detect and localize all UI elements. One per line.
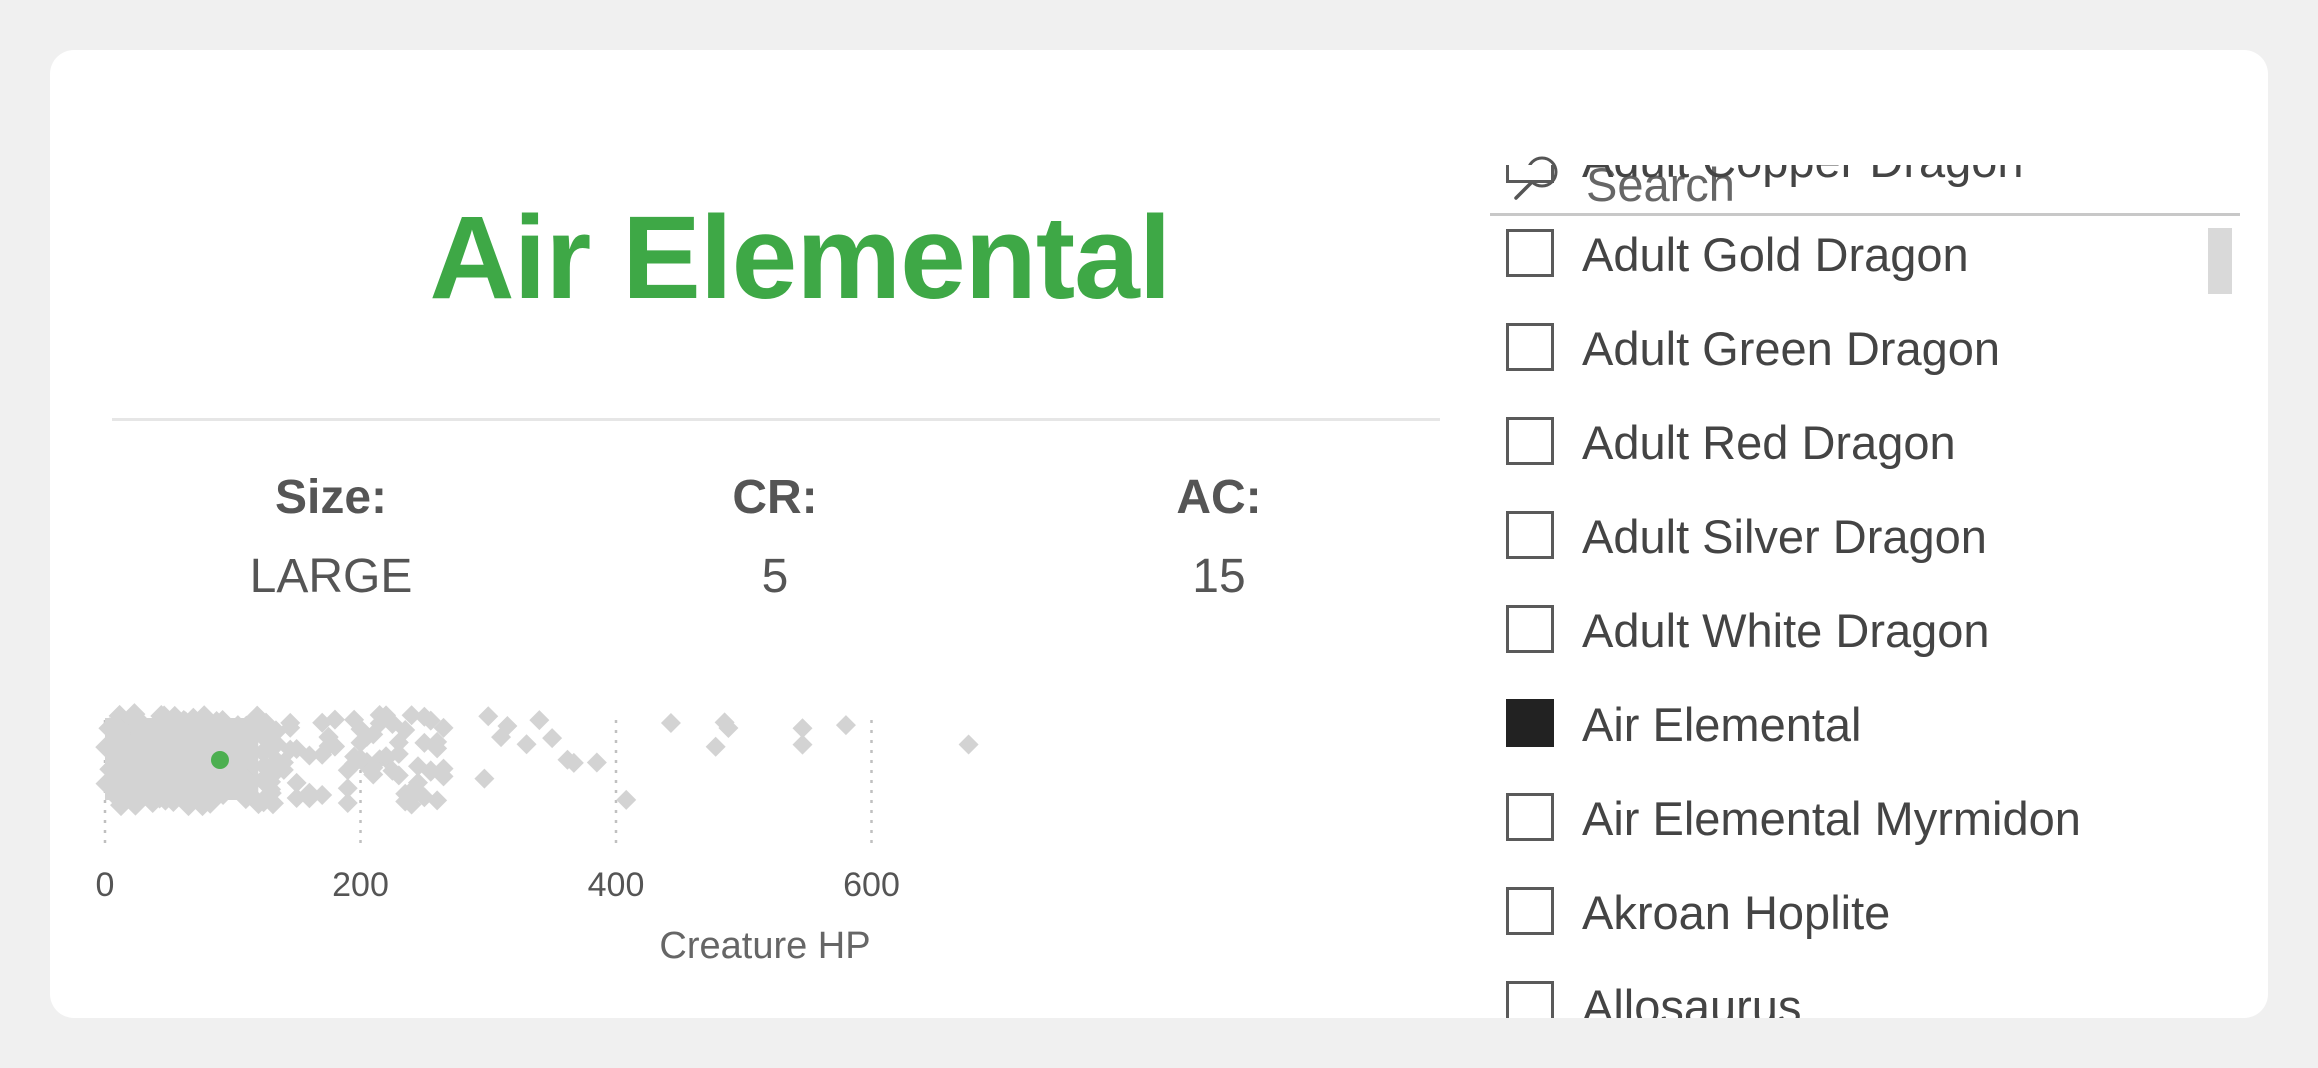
creature-card: Air Elemental Size: LARGE CR: 5 AC: 15 0… [50, 50, 2268, 1018]
data-point [705, 736, 726, 757]
data-point [958, 734, 979, 755]
x-axis-label: Creature HP [659, 925, 870, 967]
x-tick-label: 600 [843, 866, 900, 904]
x-tick-label: 200 [332, 866, 389, 904]
slicer-scrollbar[interactable] [2208, 228, 2232, 294]
data-point [542, 728, 563, 749]
x-tick-label: 0 [96, 866, 115, 904]
slicer-list: Adult Copper Dragon Adult Gold Dragon Adul… [1490, 165, 2220, 1018]
data-point [792, 734, 813, 755]
slicer-item-label: Akroan Hoplite [1582, 886, 1891, 939]
slicer-item[interactable]: Adult Copper Dragon [1490, 165, 2190, 195]
slicer-item[interactable]: Adult Gold Dragon [1490, 219, 2190, 289]
selected-creature-point[interactable] [210, 751, 229, 769]
slicer-checkbox[interactable] [1506, 511, 1554, 559]
slicer-item[interactable]: Adult Silver Dragon [1490, 501, 2190, 571]
slicer-item-label: Adult Red Dragon [1582, 416, 1956, 469]
data-point [660, 713, 681, 734]
slicer-checkbox[interactable] [1506, 887, 1554, 935]
slicer-item-label: Adult White Dragon [1582, 604, 1990, 657]
data-point [616, 789, 637, 810]
x-axis-ticks: 0 200 400 600 [96, 866, 900, 904]
slicer-item-label: Allosaurus [1582, 980, 1802, 1018]
data-point [529, 710, 550, 731]
slicer-checkbox[interactable] [1506, 165, 1554, 183]
data-points [210, 705, 979, 815]
data-point [835, 715, 856, 736]
slicer-checkbox[interactable] [1506, 793, 1554, 841]
slicer-item-label: Adult Green Dragon [1582, 322, 2001, 375]
slicer-item-label: Air Elemental Myrmidon [1582, 792, 2081, 845]
slicer-checkbox[interactable] [1506, 417, 1554, 465]
slicer-item-label: Adult Silver Dragon [1582, 510, 1987, 563]
slicer-checkbox[interactable] [1506, 605, 1554, 653]
slicer-item[interactable]: Adult White Dragon [1490, 595, 2190, 665]
data-point [474, 768, 495, 789]
slicer-item[interactable]: Adult Red Dragon [1490, 407, 2190, 477]
slicer-item-label: Adult Copper Dragon [1582, 165, 2024, 188]
slicer-item-label: Adult Gold Dragon [1582, 228, 1969, 281]
slicer-item-label: Air Elemental [1582, 698, 1862, 751]
slicer-item[interactable]: Akroan Hoplite [1490, 877, 2190, 947]
slicer-item[interactable]: Allosaurus [1490, 971, 2190, 1018]
data-point [478, 706, 499, 727]
data-point [337, 778, 358, 799]
x-tick-label: 400 [588, 866, 645, 904]
slicer-checkbox[interactable] [1506, 323, 1554, 371]
data-point [586, 752, 607, 773]
slicer-item[interactable]: Air Elemental Myrmidon [1490, 783, 2190, 853]
slicer-item[interactable]: Adult Green Dragon [1490, 313, 2190, 383]
hp-scatter-chart: 0 200 400 600 Creature HP [95, 703, 979, 967]
slicer-item[interactable]: Air Elemental [1490, 689, 2190, 759]
slicer-checkbox[interactable] [1506, 229, 1554, 277]
slicer-checkbox[interactable] [1506, 981, 1554, 1018]
data-point [516, 734, 537, 755]
slicer-checkbox[interactable] [1506, 699, 1554, 747]
